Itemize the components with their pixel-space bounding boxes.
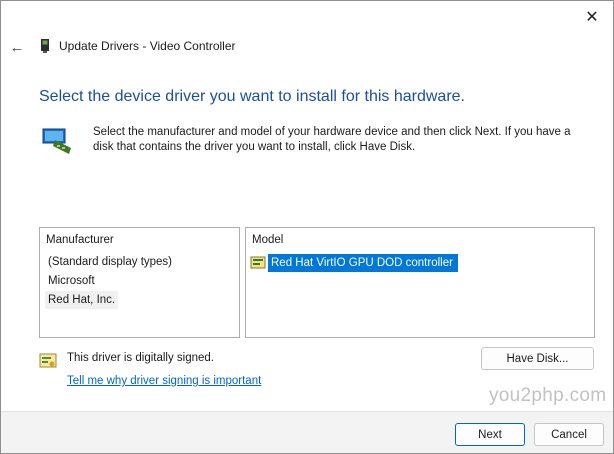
have-disk-button[interactable]: Have Disk...: [481, 347, 594, 370]
list-item[interactable]: Red Hat, Inc.: [45, 291, 119, 309]
signed-status-text: This driver is digitally signed.: [67, 352, 215, 364]
page-heading: Select the device driver you want to ins…: [39, 88, 465, 105]
window-title: Update Drivers - Video Controller: [59, 39, 236, 53]
signed-driver-icon: [250, 256, 266, 269]
list-item[interactable]: Microsoft: [45, 272, 98, 290]
list-item[interactable]: (Standard display types): [45, 253, 175, 271]
model-header: Model: [252, 234, 284, 246]
manufacturer-list[interactable]: Manufacturer (Standard display types) Mi…: [39, 227, 240, 338]
close-button[interactable]: ✕: [577, 5, 607, 29]
model-list[interactable]: Model Red Hat VirtIO GPU DOD controller: [245, 227, 595, 338]
close-icon: ✕: [585, 9, 599, 26]
instructions-text: Select the manufacturer and model of you…: [93, 126, 571, 153]
model-item-label: Red Hat VirtIO GPU DOD controller: [268, 254, 458, 272]
cancel-button[interactable]: Cancel: [534, 423, 604, 446]
watermark: you2php.com: [489, 385, 607, 406]
update-drivers-window: ✕ ← Update Drivers - Video Controller Se…: [0, 0, 614, 454]
manufacturer-header: Manufacturer: [46, 234, 114, 246]
next-button[interactable]: Next: [455, 423, 525, 446]
video-card-icon: [41, 39, 49, 53]
driver-signing-link[interactable]: Tell me why driver signing is important: [67, 375, 261, 387]
back-arrow-icon: ←: [9, 38, 25, 56]
list-item[interactable]: Red Hat VirtIO GPU DOD controller: [250, 254, 458, 272]
certificate-icon: [39, 353, 57, 368]
back-button[interactable]: ←: [7, 37, 27, 57]
hardware-icon: [42, 128, 71, 154]
